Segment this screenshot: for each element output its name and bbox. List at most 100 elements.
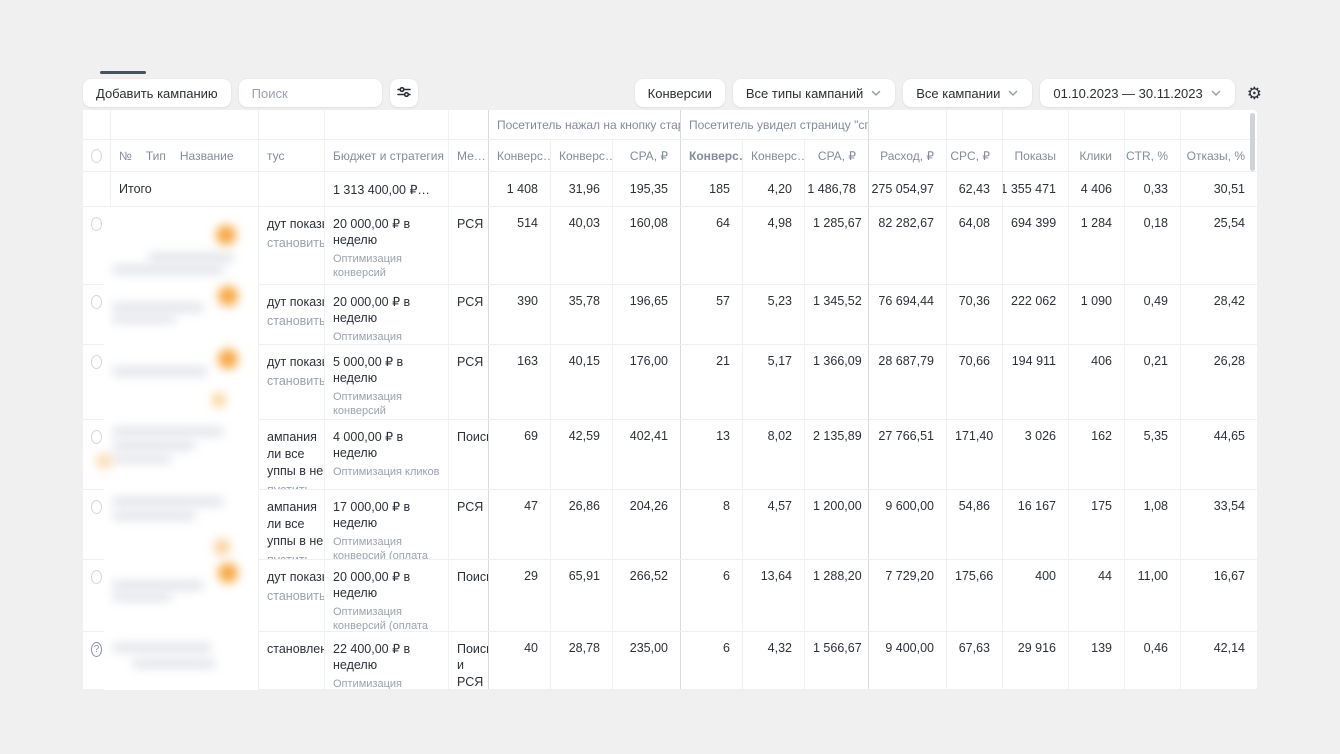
status-action-link[interactable]: пустить — [267, 553, 316, 559]
col-bounce[interactable]: Отказы, % — [1180, 140, 1257, 171]
col-num[interactable]: № — [119, 149, 132, 163]
col-clicks[interactable]: Клики — [1068, 140, 1124, 171]
strategy-label: Оптимизация конверсий (оплата за конверс… — [333, 605, 440, 632]
campaigns-dropdown[interactable]: Все кампании — [903, 79, 1032, 107]
status-action-link[interactable]: становить — [267, 236, 316, 250]
col-conversions-2[interactable]: Конверс… — [550, 140, 612, 171]
status-action-link[interactable]: пустить — [267, 483, 316, 489]
metric-cell: 0,18 — [1124, 207, 1180, 284]
status-text: становлена — [267, 641, 316, 658]
metric-cell: 26,28 — [1180, 345, 1257, 419]
active-tab-indicator[interactable] — [100, 71, 146, 74]
metric-cell: 65,91 — [550, 560, 612, 631]
budget-amount: 22 400,00 ₽ в неделю — [333, 641, 440, 674]
col-cpc[interactable]: CPC, ₽ — [946, 140, 1002, 171]
campaign-types-dropdown[interactable]: Все типы кампаний — [733, 79, 895, 107]
strategy-label: Оптимизация конверсий (оплата за конверс… — [333, 677, 440, 690]
metric-cell: 7 729,20 — [868, 560, 946, 631]
placement-cell: Поиск — [448, 420, 488, 489]
search-input[interactable]: Поиск — [239, 79, 382, 107]
status-cell: дут показыстановить — [258, 345, 324, 419]
metric-cell: 57 — [680, 285, 742, 344]
status-text: ампания — [267, 429, 316, 446]
metric-cell: 175 — [1068, 490, 1124, 559]
row-checkbox[interactable] — [91, 355, 102, 369]
column-header-row: № Тип Название тус Бюджет и стратегия Ме… — [83, 140, 1257, 172]
col-cpa-1[interactable]: CPA, ₽ — [612, 140, 680, 171]
metric-cell: 5,35 — [1124, 420, 1180, 489]
group-header-lead — [83, 110, 110, 139]
group-header-row: Посетитель нажал на кнопку стартов… Посе… — [83, 110, 1257, 140]
conversions-button[interactable]: Конверсии — [635, 79, 725, 107]
goal-group-1[interactable]: Посетитель нажал на кнопку стартов… — [488, 110, 680, 139]
budget-cell: 20 000,00 ₽ в неделюОптимизация конверси… — [324, 560, 448, 631]
col-type[interactable]: Тип — [146, 149, 166, 163]
status-action-link[interactable]: становить — [267, 374, 316, 388]
col-status[interactable]: тус — [258, 140, 324, 171]
goal-group-2[interactable]: Посетитель увидел страницу "спасиб… — [680, 110, 868, 139]
table-row: дут показы становить 20 000,00 ₽ в неделюО… — [83, 560, 1257, 632]
row-checkbox[interactable] — [91, 570, 102, 584]
col-place[interactable]: Ме… — [448, 140, 488, 171]
strategy-label: Оптимизация кликов — [333, 465, 440, 480]
row-checkbox[interactable] — [91, 295, 102, 309]
col-name[interactable]: Название — [180, 149, 234, 163]
metric-cell: 82 282,67 — [868, 207, 946, 284]
table-row: дут показыстановить5 000,00 ₽ в неделюОп… — [83, 345, 1257, 420]
status-action-link[interactable]: становить — [267, 314, 316, 328]
totals-row: Итого 1 313 400,00 ₽… 1 408 31,96 195,35… — [83, 172, 1257, 207]
filter-button[interactable] — [390, 79, 418, 107]
metric-cell: 64,08 — [946, 207, 1002, 284]
metric-cell: 28,42 — [1180, 285, 1257, 344]
col-conversions-1[interactable]: Конверс… — [488, 140, 550, 171]
date-range-label: 01.10.2023 — 30.11.2023 — [1053, 86, 1202, 101]
totals-label: Итого — [110, 172, 258, 206]
budget-cell: 20 000,00 ₽ в неделюОптимизация конверси… — [324, 207, 448, 284]
metric-cell: 4,57 — [742, 490, 804, 559]
row-checkbox[interactable] — [91, 500, 102, 514]
metric-cell: 139 — [1068, 632, 1124, 689]
budget-cell: 5 000,00 ₽ в неделюОптимизация конверсий — [324, 345, 448, 419]
status-text: дут показы — [267, 569, 316, 586]
placement-cell: Поиск — [448, 560, 488, 631]
metric-cell: 16,67 — [1180, 560, 1257, 631]
metric-cell: 25,54 — [1180, 207, 1257, 284]
metric-cell: 694 399 — [1002, 207, 1068, 284]
metric-cell: 1 566,67 — [804, 632, 868, 689]
date-range-dropdown[interactable]: 01.10.2023 — 30.11.2023 — [1040, 79, 1234, 107]
help-question-icon[interactable]: ? — [91, 642, 102, 657]
metric-cell: 5,23 — [742, 285, 804, 344]
col-ctr[interactable]: CTR, % — [1124, 140, 1180, 171]
metric-cell: 0,46 — [1124, 632, 1180, 689]
strategy-label: Оптимизация конверсий (оплата за конверс… — [333, 535, 440, 560]
toolbar-right: Конверсии Все типы кампаний Все кампании… — [635, 79, 1262, 107]
row-checkbox[interactable] — [91, 430, 102, 444]
vertical-scrollbar[interactable] — [1250, 113, 1255, 171]
select-all-checkbox[interactable] — [91, 149, 102, 163]
metric-cell: 160,08 — [612, 207, 680, 284]
col-conversions-4[interactable]: Конверс… — [742, 140, 804, 171]
budget-amount: 20 000,00 ₽ в неделю — [333, 216, 440, 249]
gear-icon[interactable]: ⚙ — [1247, 85, 1262, 102]
col-cost[interactable]: Расход, ₽ — [868, 140, 946, 171]
status-action-link[interactable]: становить — [267, 589, 316, 603]
budget-cell: 17 000,00 ₽ в неделюОптимизация конверси… — [324, 490, 448, 559]
metric-cell: 3 026 — [1002, 420, 1068, 489]
budget-cell: 20 000,00 ₽ в неделюОптимизация конверси… — [324, 285, 448, 344]
select-all-cell — [83, 140, 110, 171]
metric-cell: 13 — [680, 420, 742, 489]
col-cpa-2[interactable]: CPA, ₽ — [804, 140, 868, 171]
col-conversions-3-sorted[interactable]: Конверс… ↓ — [680, 140, 742, 171]
metric-cell: 64 — [680, 207, 742, 284]
row-checkbox[interactable] — [91, 217, 102, 231]
col-budget[interactable]: Бюджет и стратегия — [324, 140, 448, 171]
filter-sliders-icon — [396, 84, 412, 103]
metric-cell: 175,66 — [946, 560, 1002, 631]
add-campaign-button[interactable]: Добавить кампанию — [83, 79, 231, 107]
col-impressions[interactable]: Показы — [1002, 140, 1068, 171]
strategy-label: Оптимизация конверсий — [333, 390, 440, 420]
metric-cell: 40,03 — [550, 207, 612, 284]
metric-cell: 40,15 — [550, 345, 612, 419]
table-body: дут показыстановить20 000,00 ₽ в неделюО… — [83, 207, 1257, 690]
status-text: уппы в не… — [267, 463, 316, 480]
